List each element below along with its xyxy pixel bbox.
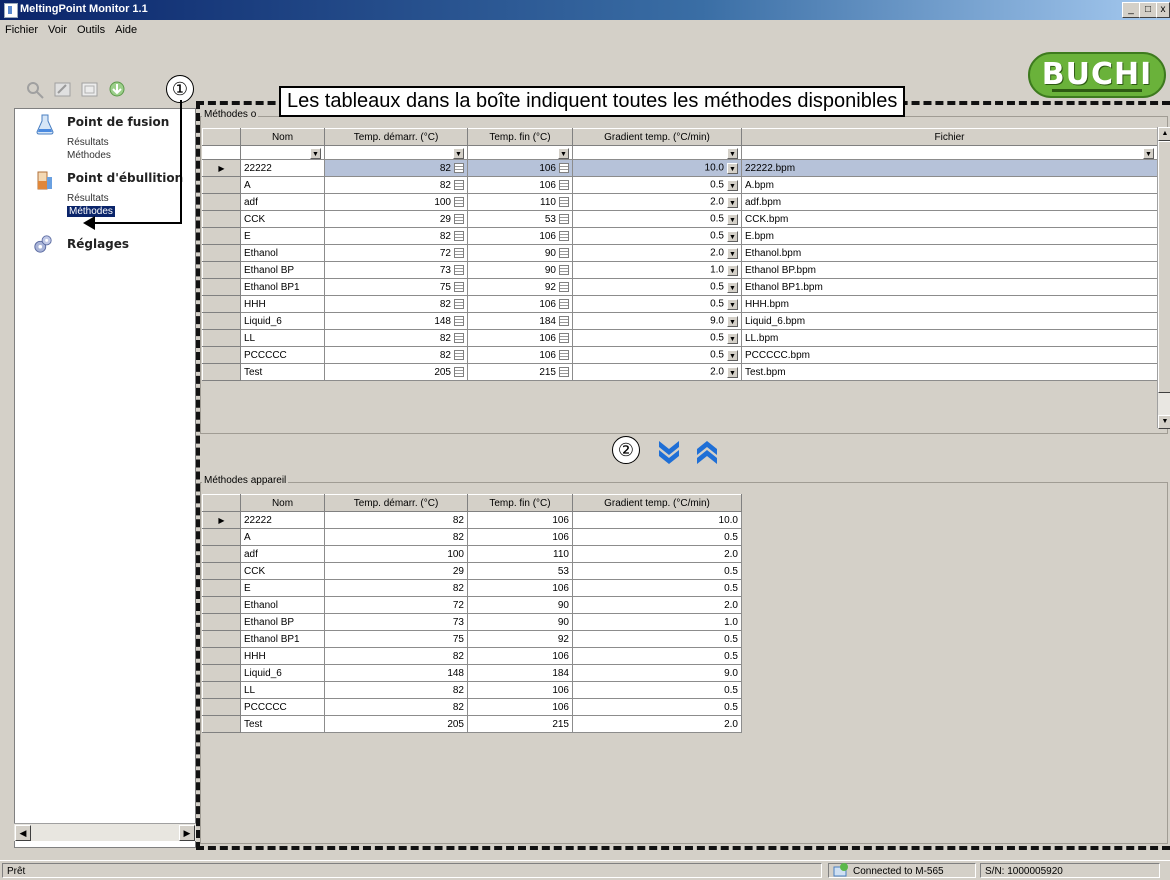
annotation-dashed-box [196,101,1170,850]
settings-gear-icon [34,235,52,253]
annotation-arrow-head-icon [83,216,95,230]
annotation-marker-2: ② [612,436,640,464]
nav-melting-point[interactable]: Point de fusion [67,115,169,129]
annotation-leader-line [90,222,182,224]
menu-tools[interactable]: Outils [72,21,110,39]
annotation-callout: Les tableaux dans la boîte indiquent tou… [279,86,906,117]
nav-melting-methods[interactable]: Méthodes [67,150,111,161]
edit-button[interactable] [52,79,74,101]
logo-text: BUCHI [1041,57,1153,92]
annotation-leader-line [180,100,182,223]
zoom-icon [27,82,44,99]
export-button[interactable] [79,79,101,101]
app-icon [4,3,18,18]
menu-view[interactable]: Voir [43,21,72,39]
window-title: MeltingPoint Monitor 1.1 [20,3,148,15]
boiling-flask-icon [37,171,52,190]
nav-boiling-results[interactable]: Résultats [67,193,109,204]
scroll-left-icon[interactable]: ◀ [15,825,31,841]
download-button[interactable] [106,79,128,101]
connection-icon [833,863,848,877]
navigation-panel: Point de fusion Résultats Méthodes Point… [14,108,196,848]
menu-file[interactable]: Fichier [0,21,43,39]
menu-bar: Fichier Voir Outils Aide [0,21,300,41]
nav-horizontal-scrollbar[interactable]: ◀ ▶ [14,823,196,841]
minimize-button[interactable]: _ [1122,2,1140,18]
download-icon [109,81,125,97]
melting-flask-icon [36,114,54,135]
nav-settings[interactable]: Réglages [67,237,129,251]
nav-boiling-point[interactable]: Point d'ébullition [67,171,183,185]
annotation-marker-1: ① [166,75,194,103]
zoom-button[interactable] [24,79,46,101]
menu-help[interactable]: Aide [110,21,142,39]
nav-melting-results[interactable]: Résultats [67,137,109,148]
connection-status: Connected to M-565 [828,863,976,878]
title-bar: MeltingPoint Monitor 1.1 _ □ x [0,0,1170,20]
status-bar: Prêt Connected to M-565 S/N: 1000005920 [0,860,1170,880]
export-icon [81,82,98,97]
logo-stripe [1052,89,1142,92]
scroll-right-icon[interactable]: ▶ [179,825,195,841]
close-button[interactable]: x [1156,2,1170,18]
serial-number: S/N: 1000005920 [980,863,1160,878]
edit-icon [54,82,71,97]
maximize-button[interactable]: □ [1139,2,1157,18]
buchi-logo: BUCHI [1028,52,1166,98]
status-text: Prêt [2,863,822,878]
connection-text: Connected to M-565 [853,866,944,877]
